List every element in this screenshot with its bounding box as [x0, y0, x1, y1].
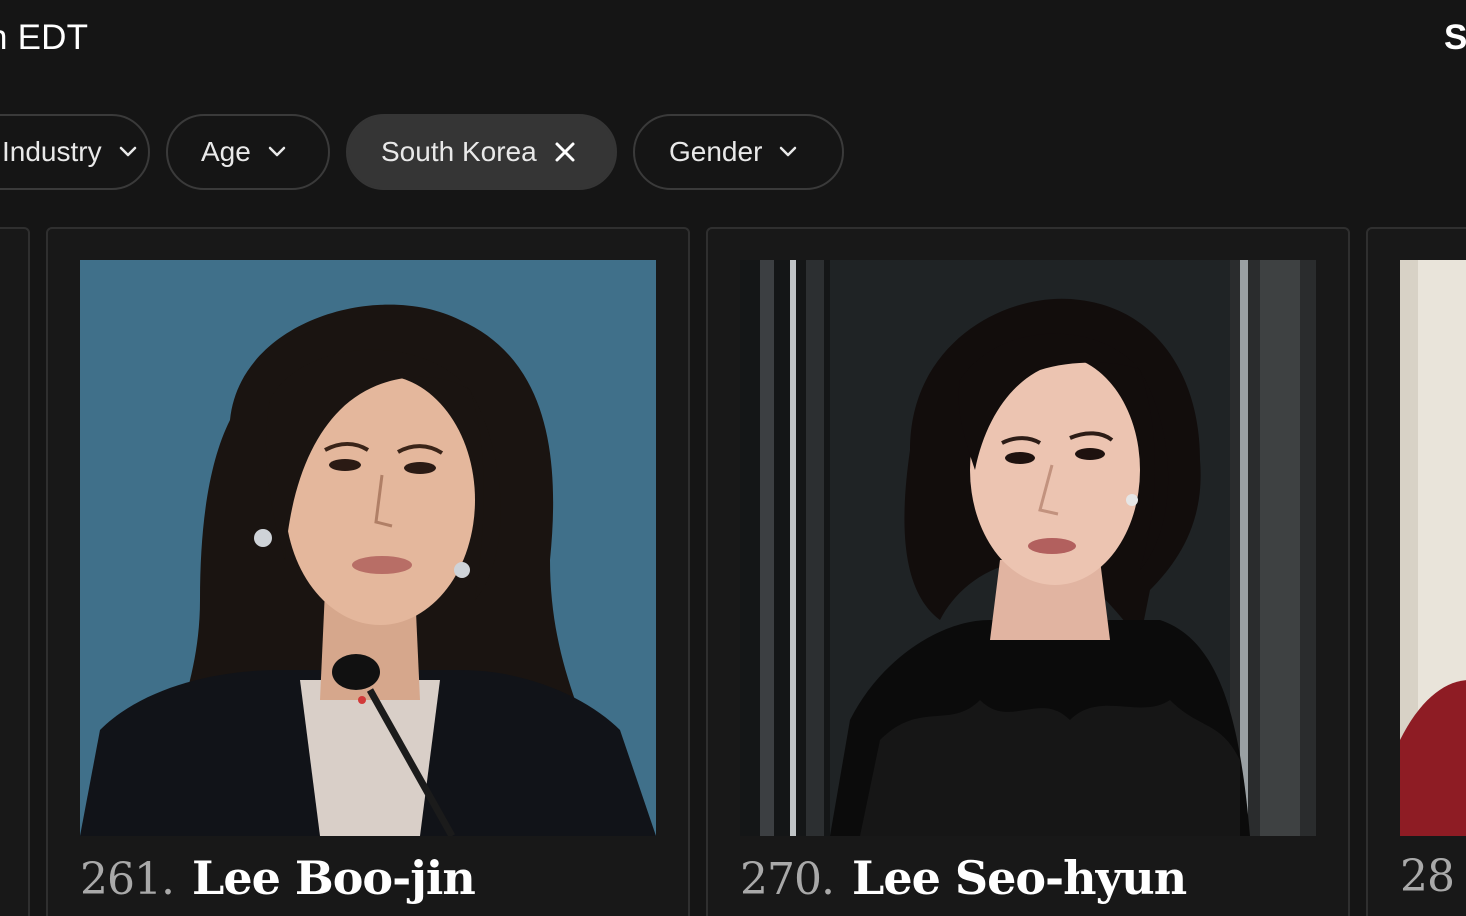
rank-number: 261.	[80, 854, 175, 905]
profile-card-partial-right[interactable]: 28	[1366, 227, 1466, 916]
profile-photo[interactable]	[740, 260, 1316, 836]
industry-filter-label: Industry	[2, 136, 102, 167]
profile-card[interactable]: 270. Lee Seo-hyun	[706, 227, 1350, 916]
card-title[interactable]: 261. Lee Boo-jin	[80, 851, 476, 905]
chevron-down-icon	[119, 146, 136, 157]
country-filter-chip[interactable]: South Korea	[346, 114, 617, 190]
chevron-down-icon	[780, 146, 797, 157]
gender-filter-dropdown[interactable]: Gender	[633, 114, 844, 190]
card-title[interactable]: 270. Lee Seo-hyun	[740, 851, 1187, 905]
profile-photo[interactable]	[1400, 260, 1466, 836]
header-right-label[interactable]: S	[1444, 18, 1466, 58]
age-filter-dropdown[interactable]: Age	[166, 114, 330, 190]
person-name[interactable]: Lee Boo-jin	[192, 851, 476, 905]
profile-photo[interactable]	[80, 260, 656, 836]
profile-card-partial-left[interactable]	[0, 227, 30, 916]
page: n EDT S Industry Age South Korea Gender	[0, 0, 1466, 916]
gender-filter-label: Gender	[669, 136, 763, 167]
card-title[interactable]: 28	[1400, 851, 1466, 902]
industry-filter-dropdown[interactable]: Industry	[0, 114, 150, 190]
age-filter-label: Age	[201, 136, 251, 167]
chevron-down-icon	[268, 146, 286, 157]
close-icon[interactable]	[553, 140, 577, 164]
updated-timestamp: n EDT	[0, 18, 89, 57]
rank-number: 28	[1400, 851, 1455, 902]
country-filter-label: South Korea	[381, 136, 537, 167]
person-name[interactable]: Lee Seo-hyun	[852, 851, 1187, 905]
rank-number: 270.	[740, 854, 835, 905]
profile-card[interactable]: 261. Lee Boo-jin	[46, 227, 690, 916]
filter-bar: Industry Age South Korea Gender	[0, 114, 1466, 194]
